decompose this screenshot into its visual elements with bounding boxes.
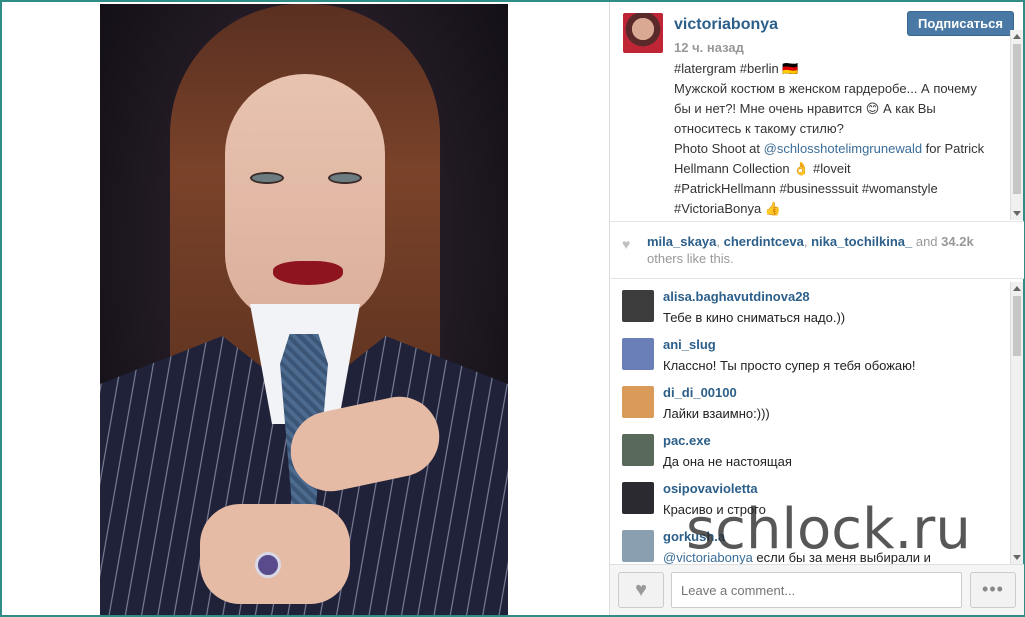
- commenter-username[interactable]: alisa.baghavutdinova28: [663, 289, 810, 304]
- list-item: di_di_00100 Лайки взаимно:))): [622, 382, 1002, 430]
- post-caption: #latergram #berlin 🇩🇪 Мужской костюм в ж…: [674, 59, 1004, 219]
- commenter-username[interactable]: osipovavioletta: [663, 481, 758, 496]
- list-item: ani_slug Классно! Ты просто супер я тебя…: [622, 334, 1002, 382]
- caption-mention-link[interactable]: @schlosshotelimgrunewald: [764, 141, 922, 156]
- photo-area: [2, 2, 609, 615]
- liker-link[interactable]: nika_tochilkina_: [811, 234, 912, 249]
- list-item: gorkush.a @victoriabonya если бы за меня…: [622, 526, 1002, 564]
- comments-scrollbar[interactable]: [1010, 282, 1023, 564]
- follow-button[interactable]: Подписаться: [907, 11, 1014, 36]
- photo-face: [225, 74, 385, 324]
- likes-and: and: [912, 234, 942, 249]
- list-item: pac.exe Да она не настоящая: [622, 430, 1002, 478]
- likes-count[interactable]: 34.2k: [941, 234, 974, 249]
- commenter-avatar[interactable]: [622, 290, 654, 322]
- caption-line: Hellmann Collection 👌 #loveit: [674, 161, 851, 176]
- caption-line: Photo Shoot at @schlosshotelimgrunewald …: [674, 139, 1004, 159]
- post-header: victoriabonya Подписаться 12 ч. назад #l…: [610, 2, 1024, 220]
- commenter-username[interactable]: di_di_00100: [663, 385, 737, 400]
- post-timestamp: 12 ч. назад: [674, 40, 744, 55]
- caption-text: Photo Shoot at: [674, 141, 764, 156]
- likes-text: mila_skaya, cherdintceva, nika_tochilkin…: [647, 233, 1007, 267]
- like-button[interactable]: ♥: [618, 572, 664, 608]
- photo-ring: [255, 552, 281, 578]
- liker-link[interactable]: mila_skaya: [647, 234, 716, 249]
- comment-text: @victoriabonya если бы за меня выбирали …: [663, 550, 931, 564]
- comment-text: Тебе в кино сниматься надо.)): [663, 310, 846, 325]
- post-photo[interactable]: [100, 4, 508, 615]
- scroll-down-arrow-icon[interactable]: [1013, 555, 1021, 560]
- list-item: alisa.baghavutdinova28 Тебе в кино снима…: [622, 286, 1002, 334]
- comment-mention-link[interactable]: @victoriabonya: [663, 550, 753, 564]
- scroll-up-arrow-icon[interactable]: [1013, 286, 1021, 291]
- comment-footer: ♥ •••: [610, 564, 1024, 615]
- caption-line: бы и нет?! Мне очень нравится 😊 А как Вы: [674, 101, 936, 116]
- commenter-avatar[interactable]: [622, 530, 654, 562]
- caption-line: #latergram #berlin 🇩🇪: [674, 61, 799, 76]
- heart-icon: ♥: [622, 236, 631, 252]
- photo-eye-left: [250, 172, 284, 184]
- likes-suffix: others like this.: [647, 251, 734, 266]
- commenter-username[interactable]: ani_slug: [663, 337, 716, 352]
- post-side-panel: victoriabonya Подписаться 12 ч. назад #l…: [609, 2, 1024, 615]
- commenter-avatar[interactable]: [622, 338, 654, 370]
- caption-line: #VictoriaBonya 👍: [674, 201, 782, 216]
- commenter-avatar[interactable]: [622, 482, 654, 514]
- comment-text: Лайки взаимно:))): [663, 406, 770, 421]
- more-options-button[interactable]: •••: [970, 572, 1016, 608]
- list-item: osipovavioletta Красиво и строго: [622, 478, 1002, 526]
- heart-icon: ♥: [635, 579, 647, 601]
- comment-input[interactable]: [671, 572, 962, 608]
- comments-list: alisa.baghavutdinova28 Тебе в кино снима…: [610, 282, 1024, 564]
- scroll-down-arrow-icon[interactable]: [1013, 211, 1021, 216]
- comment-text: Да она не настоящая: [663, 454, 792, 469]
- author-avatar[interactable]: [623, 13, 663, 53]
- commenter-username[interactable]: pac.exe: [663, 433, 711, 448]
- comment-text: Красиво и строго: [663, 502, 766, 517]
- caption-line: относитесь к такому стилю?: [674, 121, 844, 136]
- photo-lips: [273, 261, 343, 285]
- caption-line: #PatrickHellmann #businesssuit #womansty…: [674, 181, 938, 196]
- comment-text: Классно! Ты просто супер я тебя обожаю!: [663, 358, 916, 373]
- comment-text-rest: если бы за меня выбирали и: [752, 550, 931, 564]
- photo-eye-right: [328, 172, 362, 184]
- scroll-up-arrow-icon[interactable]: [1013, 34, 1021, 39]
- commenter-avatar[interactable]: [622, 434, 654, 466]
- more-dots-icon: •••: [982, 579, 1004, 599]
- liker-link[interactable]: cherdintceva: [724, 234, 804, 249]
- caption-text: for Patrick: [922, 141, 985, 156]
- commenter-avatar[interactable]: [622, 386, 654, 418]
- scrollbar-thumb[interactable]: [1013, 296, 1021, 356]
- commenter-username[interactable]: gorkush.a: [663, 529, 725, 544]
- likes-summary: ♥ mila_skaya, cherdintceva, nika_tochilk…: [610, 221, 1024, 279]
- author-username[interactable]: victoriabonya: [674, 16, 778, 34]
- caption-scrollbar[interactable]: [1010, 30, 1023, 220]
- caption-line: Мужской костюм в женском гардеробе... А …: [674, 81, 977, 96]
- scrollbar-thumb[interactable]: [1013, 44, 1021, 194]
- likes-separator: ,: [716, 234, 724, 249]
- likes-separator: ,: [803, 234, 812, 249]
